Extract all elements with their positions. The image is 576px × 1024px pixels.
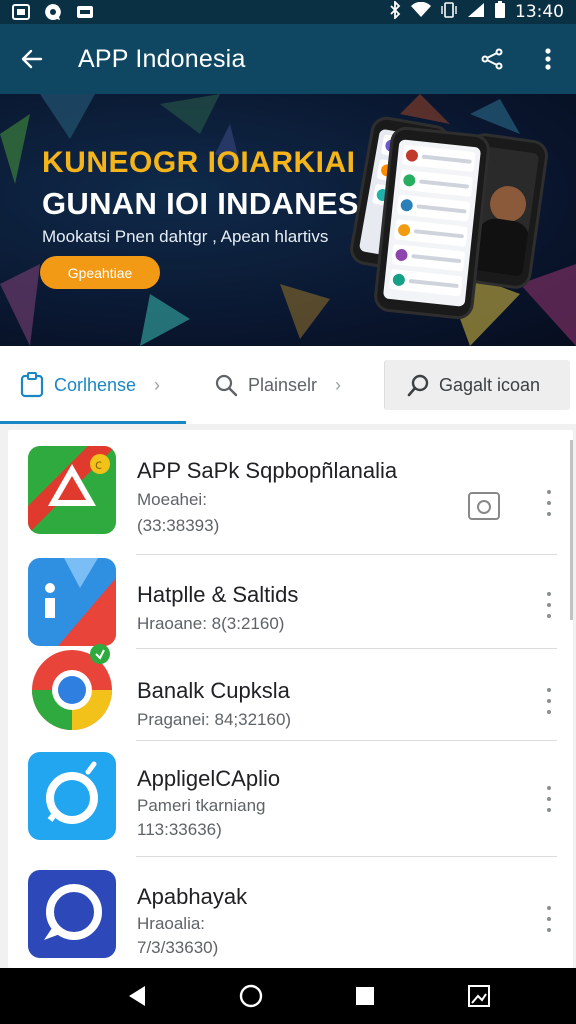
- search-label: Gagalt icoan: [439, 374, 541, 395]
- app-detail: 113:33636): [137, 820, 222, 839]
- list-item[interactable]: AppligelCAplio Pameri tkarniang 113:3363…: [8, 740, 573, 856]
- battery-icon: [495, 1, 505, 23]
- info-app-icon: [28, 558, 116, 646]
- more-options-icon[interactable]: [539, 490, 559, 516]
- tab-plainselr[interactable]: Plainselr ›: [186, 346, 376, 424]
- scrollbar[interactable]: [570, 440, 573, 620]
- blue-ring-app-icon: [28, 752, 116, 840]
- nav-home-button[interactable]: [231, 976, 271, 1016]
- app-detail: Moeahei:: [137, 490, 207, 509]
- banner-headline-2: GUNAN IOI INDANESH: [42, 186, 382, 221]
- vibrate-icon: [441, 1, 457, 23]
- nav-recents-button[interactable]: [345, 976, 385, 1016]
- wifi-icon: [411, 1, 431, 23]
- app-name: APP SaPk Sqpbopñlanalia: [137, 458, 398, 483]
- chrome-app-icon: [28, 642, 116, 730]
- back-triangle-icon: [129, 986, 145, 1006]
- banner-headline-1: KUNEOGR IOIARKIAI: [42, 146, 356, 179]
- nav-back-button[interactable]: [117, 976, 157, 1016]
- app-detail: Hraoalia:: [137, 914, 206, 933]
- signal-icon: [467, 2, 485, 23]
- promo-banner[interactable]: KUNEOGR IOIARKIAI GUNAN IOI INDANESH Moo…: [0, 94, 576, 346]
- chat-icon: [44, 3, 62, 21]
- red-triangle-app-icon: c: [28, 446, 116, 534]
- app-name: AppligelCAplio: [137, 766, 281, 791]
- list-item[interactable]: Hatplle & Saltids Hraoane: 8(3:2160): [8, 554, 573, 648]
- more-options-icon[interactable]: [539, 688, 559, 714]
- search-icon: [407, 373, 431, 397]
- app-title: APP Indonesia: [78, 44, 246, 73]
- app-detail: (33:38393): [137, 516, 220, 535]
- app-list[interactable]: c APP SaPk Sqpbopñlanalia Moeahei: (33:3…: [8, 430, 573, 968]
- image-icon: [12, 4, 30, 20]
- app-detail: 7/3/33630): [137, 938, 219, 957]
- app-list-area: c APP SaPk Sqpbopñlanalia Moeahei: (33:3…: [0, 424, 576, 968]
- more-options-icon[interactable]: [539, 592, 559, 618]
- back-arrow-icon: [21, 49, 43, 69]
- list-item[interactable]: Banalk Cupksla Praganei: 84;32160): [8, 644, 573, 740]
- chevron-right-icon: ›: [335, 374, 342, 395]
- tab-label: Corlhense: [54, 374, 137, 395]
- recents-square-icon: [356, 987, 374, 1005]
- more-options-icon[interactable]: [539, 906, 559, 932]
- app-name: Banalk Cupksla: [137, 678, 290, 703]
- app-bar: APP Indonesia: [0, 24, 576, 94]
- message-icon: [76, 4, 94, 20]
- camera-icon[interactable]: [468, 492, 500, 520]
- share-icon: [481, 48, 503, 70]
- banner-cta-button[interactable]: Gpeahtiae: [40, 256, 160, 289]
- screenshot-button[interactable]: [459, 976, 499, 1016]
- clipboard-icon: [20, 372, 44, 398]
- more-vert-icon: [545, 48, 551, 70]
- list-item[interactable]: Apabhayak Hraoalia: 7/3/33630): [8, 856, 573, 968]
- app-detail: Hraoane: 8(3:2160): [137, 614, 285, 633]
- home-circle-icon: [239, 984, 263, 1008]
- more-options-icon[interactable]: [539, 786, 559, 812]
- chevron-right-icon: ›: [154, 374, 161, 395]
- status-time: 13:40: [515, 2, 564, 22]
- system-navigation-bar: [0, 968, 576, 1024]
- phone-mockup-front: [372, 125, 492, 321]
- tab-bar: Corlhense › Plainselr › Gagalt icoan: [0, 346, 576, 424]
- status-bar: 13:40: [0, 0, 576, 24]
- app-detail: Pameri tkarniang: [137, 796, 266, 815]
- chat-bubble-app-icon: [28, 870, 116, 958]
- search-icon: [214, 373, 238, 397]
- app-name: Hatplle & Saltids: [137, 582, 299, 607]
- list-item[interactable]: c APP SaPk Sqpbopñlanalia Moeahei: (33:3…: [8, 430, 573, 554]
- share-button[interactable]: [464, 24, 520, 94]
- tab-corlhense[interactable]: Corlhense ›: [0, 346, 186, 424]
- back-button[interactable]: [0, 24, 64, 94]
- more-options-button[interactable]: [520, 24, 576, 94]
- screenshot-icon: [468, 985, 490, 1007]
- app-name: Apabhayak: [137, 884, 248, 909]
- app-detail: Praganei: 84;32160): [137, 710, 292, 729]
- bluetooth-icon: [389, 0, 401, 24]
- svg-text:c: c: [95, 458, 102, 473]
- search-button[interactable]: Gagalt icoan: [384, 360, 570, 410]
- tab-label: Plainselr: [248, 374, 318, 395]
- banner-subtitle: Mookatsi Pnen dahtgr , Apean hlartivs: [42, 227, 329, 246]
